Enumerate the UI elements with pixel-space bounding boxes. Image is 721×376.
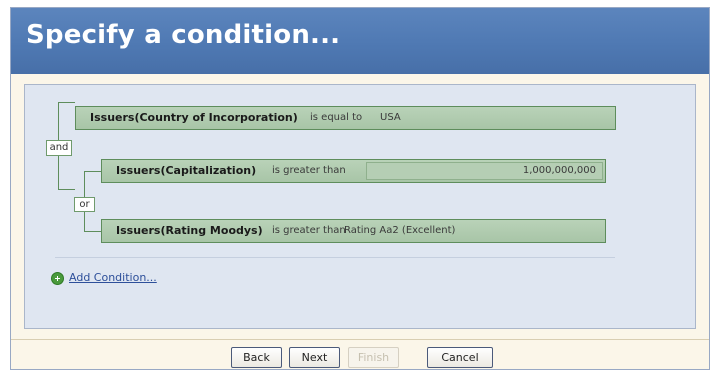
condition-editor-panel: and or Issuers(Country of Incorporation)…	[24, 84, 696, 329]
condition-row[interactable]: Issuers(Country of Incorporation) is equ…	[75, 106, 616, 130]
condition-field: Issuers(Capitalization)	[116, 164, 257, 177]
condition-value: Rating Aa2 (Excellent)	[344, 225, 456, 236]
tree-line	[58, 102, 75, 103]
tree-line	[58, 151, 59, 190]
tree-line	[58, 102, 59, 140]
wizard-header: Specify a condition...	[11, 8, 709, 74]
next-button[interactable]: Next	[289, 347, 340, 368]
add-circle-icon[interactable]	[51, 272, 64, 285]
condition-operator: is greater than	[272, 225, 346, 236]
tree-line	[84, 231, 101, 232]
or-operator[interactable]: or	[74, 197, 95, 212]
condition-operator: is equal to	[310, 112, 363, 123]
condition-row[interactable]: Issuers(Capitalization) is greater than …	[101, 159, 606, 183]
condition-operator: is greater than	[272, 165, 346, 176]
page-title: Specify a condition...	[26, 20, 341, 50]
footer-divider	[11, 339, 709, 340]
wizard-dialog: Specify a condition... and or Issuers(Co…	[10, 7, 710, 370]
and-operator[interactable]: and	[46, 140, 72, 156]
tree-line	[84, 171, 85, 197]
add-condition-link[interactable]: Add Condition...	[69, 271, 157, 284]
condition-field: Issuers(Rating Moodys)	[116, 224, 263, 237]
condition-value: USA	[380, 112, 401, 123]
finish-button: Finish	[348, 347, 399, 368]
tree-line	[84, 171, 101, 172]
separator	[55, 257, 615, 258]
cancel-button[interactable]: Cancel	[427, 347, 493, 368]
tree-line	[58, 189, 75, 190]
condition-value[interactable]: 1,000,000,000	[366, 162, 603, 180]
condition-field: Issuers(Country of Incorporation)	[90, 111, 298, 124]
back-button[interactable]: Back	[231, 347, 282, 368]
condition-row[interactable]: Issuers(Rating Moodys) is greater than R…	[101, 219, 606, 243]
